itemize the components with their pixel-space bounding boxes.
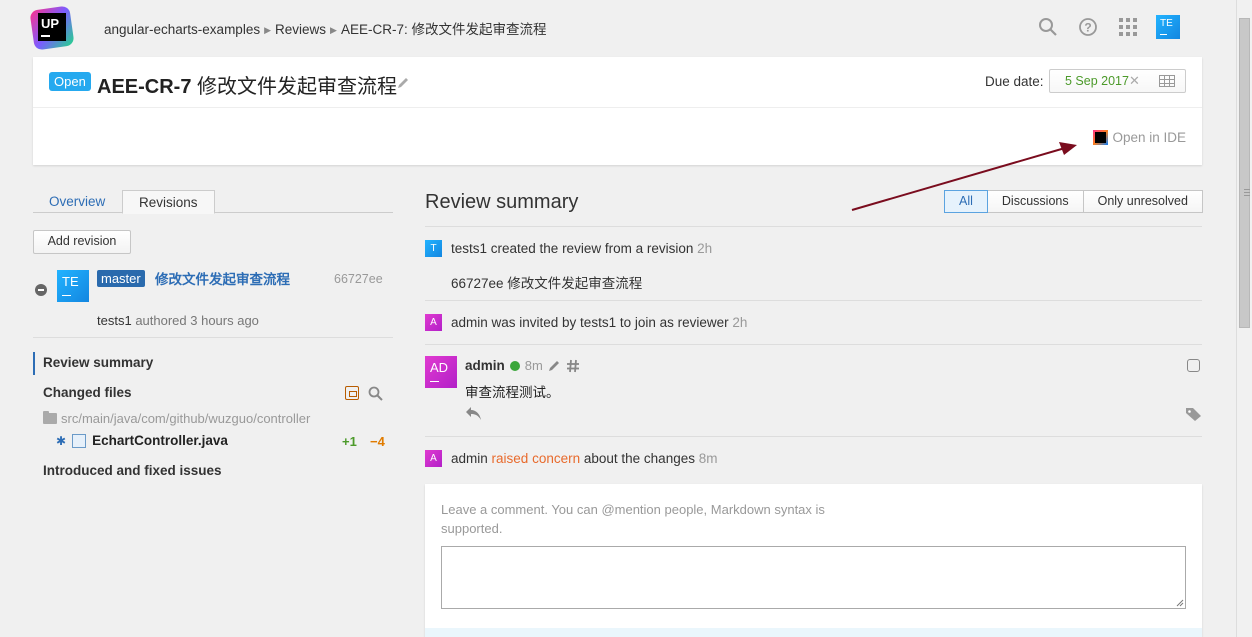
due-date-value: 5 Sep 2017	[1065, 74, 1129, 88]
jetbrains-ide-icon	[1093, 130, 1109, 145]
open-in-ide-link[interactable]: Open in IDE	[1093, 130, 1186, 145]
changed-file[interactable]: ✱ EchartController.java	[56, 433, 228, 448]
comment-time: 8m	[524, 358, 543, 373]
clear-date-icon[interactable]: ✕	[1129, 73, 1140, 89]
branch-badge: master	[97, 270, 145, 287]
top-bar: UP angular-echarts-examples ▶ Reviews ▶ AEE-…	[0, 0, 1236, 54]
active-indicator	[33, 352, 35, 375]
review-id: AEE-CR-7	[97, 76, 192, 98]
filter-icon[interactable]	[345, 386, 359, 400]
revision-author: tests1 authored 3 hours ago	[97, 313, 259, 328]
divider	[425, 344, 1202, 345]
concern-label: raised concern	[491, 451, 581, 466]
divider	[33, 337, 393, 338]
svg-text:?: ?	[1084, 21, 1091, 35]
lines-removed: −4	[370, 434, 385, 449]
page-scrollbar[interactable]	[1236, 0, 1252, 637]
folder-path[interactable]: src/main/java/com/github/wuzguo/controll…	[43, 411, 310, 426]
reaction-icon[interactable]	[1187, 359, 1200, 372]
file-icon	[72, 433, 87, 448]
filter-all[interactable]: All	[944, 190, 988, 213]
breadcrumb: angular-echarts-examples ▶ Reviews ▶ AEE-CR-…	[104, 22, 547, 37]
filter-segmented: All Discussions Only unresolved	[944, 190, 1203, 213]
search-icon[interactable]	[1028, 14, 1068, 40]
avatar: T	[425, 240, 442, 257]
breadcrumb-reviews[interactable]: Reviews	[275, 22, 326, 37]
avatar: A	[425, 314, 442, 331]
filter-discussions[interactable]: Discussions	[986, 190, 1084, 213]
collapse-icon[interactable]	[35, 284, 47, 296]
help-icon[interactable]: ?	[1068, 14, 1108, 40]
avatar: AD	[425, 356, 457, 388]
event-created: tests1 created the review from a revisio…	[451, 241, 713, 256]
scrollbar-thumb[interactable]	[1239, 18, 1250, 328]
edit-icon[interactable]	[548, 359, 561, 372]
tab-overview[interactable]: Overview	[33, 190, 121, 213]
status-badge: Open	[49, 72, 91, 91]
filter-only-unresolved[interactable]: Only unresolved	[1082, 190, 1203, 213]
tab-revisions[interactable]: Revisions	[122, 190, 215, 214]
page-title: AEE-CR-7 修改文件发起审查流程	[97, 70, 397, 99]
review-title-text: 修改文件发起审查流程	[197, 76, 398, 98]
event-concern: admin raised concern about the changes 8…	[451, 451, 718, 466]
avatar: A	[425, 450, 442, 467]
user-menu[interactable]: TE	[1148, 14, 1188, 40]
nav-issues[interactable]: Introduced and fixed issues	[43, 463, 222, 478]
calendar-icon[interactable]	[1159, 75, 1175, 87]
apps-grid-icon[interactable]	[1108, 14, 1148, 40]
revision-hash[interactable]: 66727ee	[334, 272, 383, 286]
comment-box: Leave a comment. You can @mention people…	[425, 484, 1202, 637]
reply-icon[interactable]	[465, 406, 482, 421]
tab-bar: Overview Revisions	[33, 190, 393, 214]
comment-hint: Leave a comment. You can @mention people…	[441, 502, 825, 536]
due-date-label: Due date:	[985, 74, 1044, 89]
breadcrumb-review[interactable]: AEE-CR-7: 修改文件发起审查流程	[341, 22, 547, 37]
online-status-icon	[509, 360, 520, 371]
nav-review-summary[interactable]: Review summary	[43, 355, 153, 370]
add-revision-button[interactable]: Add revision	[33, 230, 131, 254]
nav-changed-files[interactable]: Changed files	[43, 385, 132, 400]
divider	[425, 226, 1202, 227]
event-invited: admin was invited by tests1 to join as r…	[451, 315, 748, 330]
divider	[425, 300, 1202, 301]
avatar: TE	[57, 270, 89, 302]
tag-icon[interactable]	[1185, 407, 1202, 422]
comment-textarea[interactable]	[441, 546, 1186, 609]
due-date-field[interactable]: 5 Sep 2017 ✕	[1049, 69, 1186, 93]
breadcrumb-project[interactable]: angular-echarts-examples	[104, 22, 260, 37]
hash-icon[interactable]	[566, 359, 580, 373]
event-revision[interactable]: 66727ee 修改文件发起审查流程	[451, 272, 642, 292]
pencil-icon[interactable]	[396, 76, 410, 90]
comment-body: 审查流程测试。	[465, 385, 560, 400]
folder-icon	[43, 411, 57, 424]
comment-header: admin 8m	[465, 358, 580, 373]
upsource-logo[interactable]: UP	[29, 5, 75, 51]
comment-author[interactable]: admin	[465, 358, 505, 373]
modified-icon: ✱	[56, 433, 67, 448]
lines-added: +1	[342, 434, 357, 449]
section-title: Review summary	[425, 191, 579, 213]
divider	[425, 436, 1202, 437]
magnifier-icon[interactable]	[368, 386, 383, 401]
avatar: TE	[1156, 15, 1180, 39]
